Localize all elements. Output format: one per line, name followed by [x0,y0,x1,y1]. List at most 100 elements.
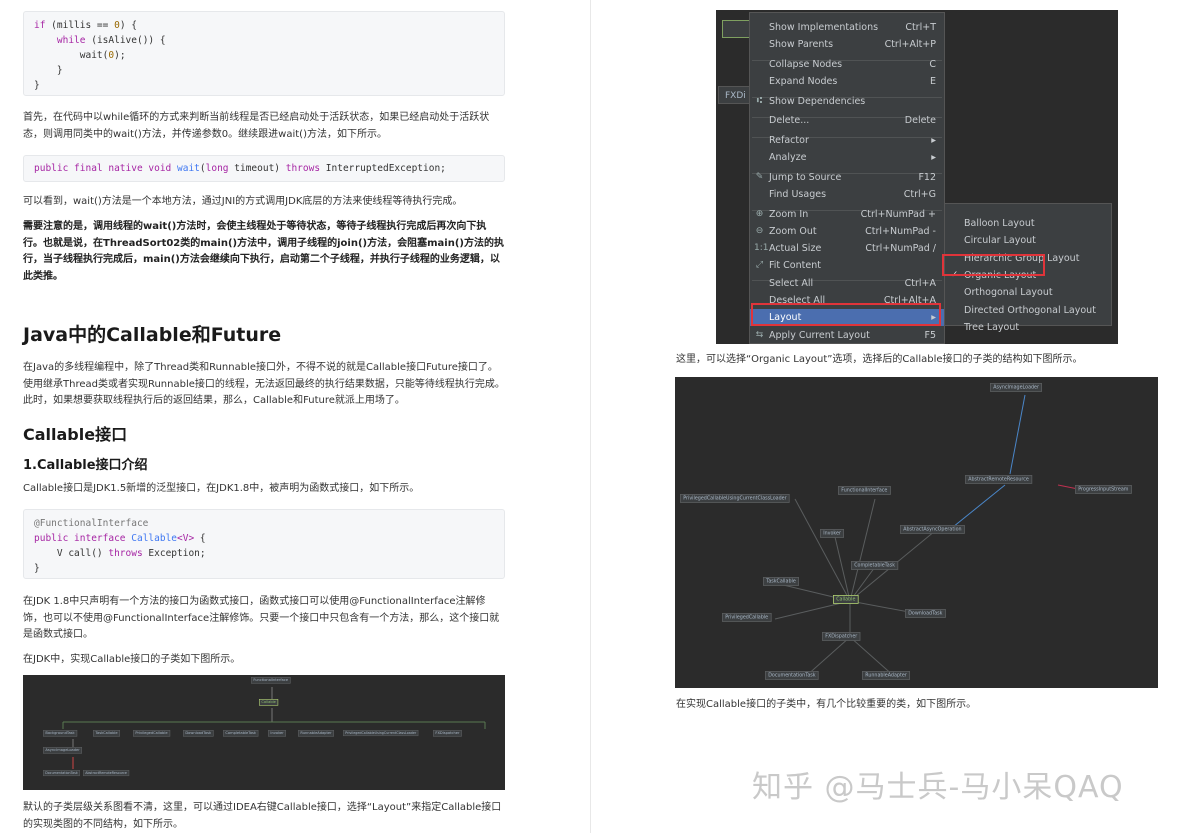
heading-callable-intro: 1.Callable接口介绍 [23,458,148,473]
code-line: public interface Callable<V> { [34,533,206,544]
submenu-item-label: Circular Layout [964,235,1036,247]
code-line: @FunctionalInterface [34,518,149,529]
code-block-callable: @FunctionalInterface public interface Ca… [23,509,505,579]
menu-item-shortcut: Ctrl+Alt+P [884,39,936,50]
code-line: wait(0); [34,50,126,61]
node-documentation-task: DocumentationTask [43,770,80,777]
node-background-task: BackgroundTask [43,730,78,737]
menu-item-shortcut: Ctrl+A [904,278,936,289]
organic-node-progress-input-stream: ProgressInputStream [1075,485,1132,494]
node-completable-task: CompletableTask [223,730,259,737]
menu-item-zoom-in[interactable]: ⊕ Zoom In Ctrl+NumPad + [750,206,944,223]
submenu-item-label: Tree Layout [964,321,1020,333]
organic-node-abstract-remote-resource: AbstractRemoteResource [965,475,1033,484]
menu-item-delete[interactable]: Delete... Delete [750,112,944,129]
organic-node-download-task: DownloadTask [905,609,946,618]
code-line: public final native void wait(long timeo… [34,163,446,174]
node-abstract-remote-resource: AbstractRemoteResource [83,770,130,777]
submenu-item-directed-orthogonal-layout[interactable]: Directed Orthogonal Layout [945,302,1111,319]
menu-item-refactor[interactable]: Refactor ▸ [750,132,944,149]
submenu-item-tree-layout[interactable]: Tree Layout [945,319,1111,336]
menu-item-icon: ⑆ [756,96,763,106]
highlight-layout-item [751,303,941,326]
node-invoker: Invoker [268,730,287,737]
page-divider [590,0,591,833]
menu-item-label: Zoom Out [769,226,817,237]
code-line: } [34,80,40,91]
submenu-item-orthogonal-layout[interactable]: Orthogonal Layout [945,284,1111,301]
menu-item-actual-size[interactable]: 1:1 Actual Size Ctrl+NumPad / [750,240,944,257]
menu-item-icon: ✎ [755,172,764,182]
menu-item-icon: 1:1 [754,243,769,253]
context-menu: Show Implementations Ctrl+T Show Parents Ct… [749,12,945,344]
menu-item-shortcut: F12 [918,172,936,183]
menu-item-collapse-nodes[interactable]: Collapse Nodes C [750,56,944,73]
menu-item-jump-to-source[interactable]: ✎ Jump to Source F12 [750,169,944,186]
submenu-item-circular-layout[interactable]: Circular Layout [945,232,1111,249]
code-block-join-loop: if (millis == 0) { while (isAlive()) { w… [23,11,505,96]
paragraph-layout-hint: 默认的子类层级关系图看不清，这里，可以通过IDEA右键Callable接口，选择… [23,802,502,830]
node-async-image-loader: AsyncImageLoader [43,747,83,754]
code-line: } [34,563,40,574]
submenu-item-balloon-layout[interactable]: Balloon Layout [945,215,1111,232]
menu-item-apply-current-layout[interactable]: ⇆ Apply Current Layout F5 [750,327,944,344]
node-task-callable: TaskCallable [93,730,120,737]
organic-node-abstract-async-operation: AbstractAsyncOperation [900,525,965,534]
menu-item-shortcut: Ctrl+NumPad - [865,226,936,237]
paragraph-generic-interface: Callable接口是JDK1.5新增的泛型接口，在JDK1.8中，被声明为函数… [23,483,420,494]
paragraph-note-bold: 需要注意的是，调用线程的wait()方法时，会使主线程处于等待状态，等待子线程执… [23,221,504,282]
node-functional-interface: FunctionalInterface [251,677,291,684]
paragraph-while-loop: 首先，在代码中以while循环的方式来判断当前线程是否已经启动处于活跃状态，如果… [23,112,490,140]
menu-item-fit-content[interactable]: ⤢ Fit Content [750,257,944,274]
menu-item-shortcut: Ctrl+T [905,22,936,33]
watermark: 知乎 @马士兵-马小呆QAQ [752,770,1124,805]
menu-item-select-all[interactable]: Select All Ctrl+A [750,275,944,292]
node-privileged-callable: PrivilegedCallable [133,730,170,737]
organic-node-async-image-loader: AsyncImageLoader [990,383,1043,392]
menu-item-shortcut: E [929,76,936,87]
menu-item-shortcut: Delete [904,115,936,126]
menu-item-shortcut: Ctrl+NumPad / [865,243,936,254]
menu-item-label: Collapse Nodes [769,59,843,70]
section-heading-callable-future: Java中的Callable和Future [23,324,282,346]
menu-item-show-parents[interactable]: Show Parents Ctrl+Alt+P [750,36,944,53]
image-organic-layout: AsyncImageLoader AbstractRemoteResource … [675,377,1158,688]
paragraph-native-method: 可以看到，wait()方法是一个本地方法，通过JNI的方式调用JDK底层的方法来… [23,196,463,207]
menu-item-label: Show Dependencies [769,96,866,107]
menu-item-label: Select All [769,278,814,289]
paragraph-functional-interface: 在JDK 1.8中只声明有一个方法的接口为函数式接口，函数式接口可以使用@Fun… [23,596,500,640]
node-fx-dispatcher: FXDispatcher [433,730,462,737]
menu-item-zoom-out[interactable]: ⊖ Zoom Out Ctrl+NumPad - [750,223,944,240]
node-callable: Callable [259,699,279,706]
highlight-organic-layout [942,254,1045,276]
menu-item-show-implementations[interactable]: Show Implementations Ctrl+T [750,19,944,36]
side-fragment-label: FXDi [725,91,746,101]
menu-item-shortcut: Ctrl+NumPad + [860,209,936,220]
paragraph-organic-layout: 这里，可以选择“Organic Layout”选项，选择后的Callable接口… [676,354,1083,365]
node-privileged-callable-ccl: PrivilegedCallableUsingCurrentClassLoade… [343,730,419,737]
paragraph-subclasses: 在JDK中，实现Callable接口的子类如下图所示。 [23,654,241,665]
image-callable-hierarchy: FunctionalInterface Callable BackgroundT… [23,675,505,790]
menu-item-shortcut: Ctrl+G [903,189,936,200]
submenu-item-label: Orthogonal Layout [964,287,1053,299]
menu-item-icon: ⇆ [755,330,764,340]
code-block-wait-signature: public final native void wait(long timeo… [23,155,505,182]
menu-item-label: Actual Size [769,243,822,254]
organic-node-privileged-callable: PrivilegedCallable [722,613,772,622]
menu-item-label: Analyze [769,152,807,163]
menu-item-show-dependencies[interactable]: ⑆ Show Dependencies [750,93,944,110]
menu-item-label: Show Parents [769,39,834,50]
menu-item-label: Fit Content [769,260,821,271]
code-line: V call() throws Exception; [34,548,206,559]
menu-item-label: Apply Current Layout [769,330,870,341]
menu-item-expand-nodes[interactable]: Expand Nodes E [750,73,944,90]
menu-item-label: Show Implementations [769,22,879,33]
menu-item-icon: ⊕ [755,209,764,219]
menu-item-label: Zoom In [769,209,809,220]
menu-item-label: Delete... [769,115,810,126]
node-download-task: DownloadTask [183,730,214,737]
heading-callable-interface: Callable接口 [23,425,128,444]
paragraph-callable-intro: 在Java的多线程编程中，除了Thread类和Runnable接口外，不得不说的… [23,362,505,406]
menu-item-analyze[interactable]: Analyze ▸ [750,149,944,166]
menu-item-find-usages[interactable]: Find Usages Ctrl+G [750,186,944,203]
